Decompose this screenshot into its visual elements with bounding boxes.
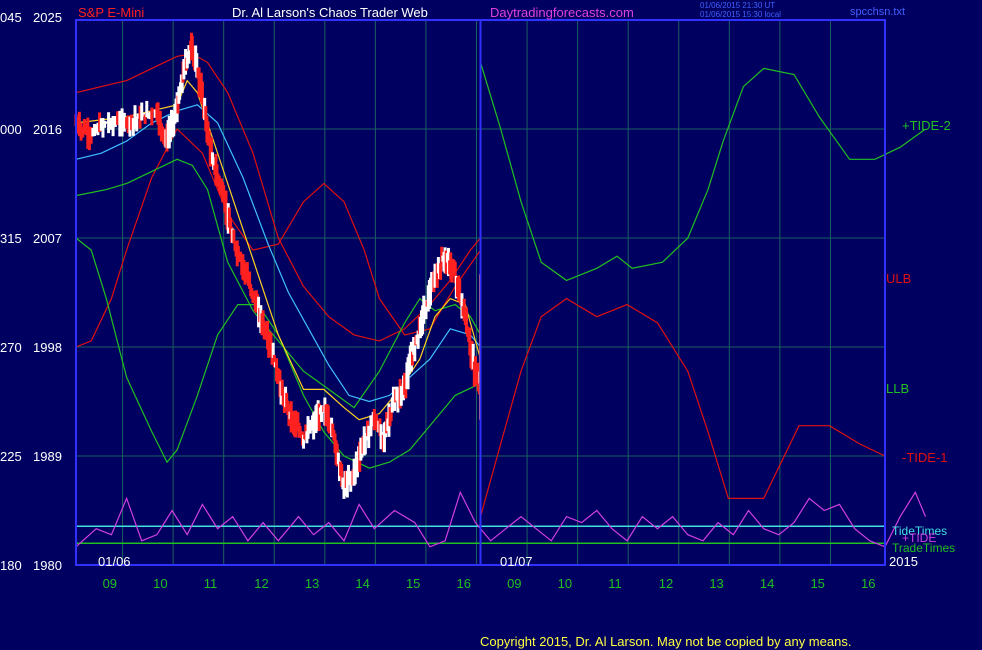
y-tick-left: 225	[0, 449, 22, 464]
date-label-2: 01/07	[500, 554, 533, 569]
x-tick-label: 13	[305, 576, 319, 591]
y-tick-price: 1989	[33, 449, 62, 464]
x-tick-label: 10	[153, 576, 167, 591]
label-ulb: ULB	[886, 271, 911, 286]
x-tick-label: 13	[709, 576, 723, 591]
instrument-label: S&P E-Mini	[78, 5, 144, 20]
label-trade-times: TradeTimes	[892, 541, 955, 555]
label-llb: LLB	[886, 381, 909, 396]
x-tick-label: 11	[608, 576, 622, 591]
y-tick-left: 045	[0, 10, 22, 25]
y-tick-price: 2025	[33, 10, 62, 25]
y-tick-price: 1998	[33, 340, 62, 355]
x-tick-label: 11	[204, 576, 218, 591]
chaos-trader-chart: 045 2025 000 2016 315 2007 270 1998 225 1989 180 19…	[0, 0, 982, 650]
x-tick-label: 16	[457, 576, 471, 591]
x-tick-label: 10	[558, 576, 572, 591]
y-tick-price: 2007	[33, 231, 62, 246]
x-tick-label: 09	[507, 576, 521, 591]
x-tick-label: 12	[254, 576, 268, 591]
chart-title: Dr. Al Larson's Chaos Trader Web	[232, 5, 428, 20]
copyright: Copyright 2015, Dr. Al Larson. May not b…	[480, 634, 851, 649]
x-tick-label: 14	[355, 576, 369, 591]
x-tick-label: 15	[810, 576, 824, 591]
timestamp-local: 01/06/2015 15:30 local	[700, 10, 781, 19]
x-tick-label: 15	[406, 576, 420, 591]
year-label: 2015	[889, 554, 918, 569]
label-tide2: +TIDE-2	[902, 118, 951, 133]
label-tide1: -TIDE-1	[902, 450, 948, 465]
x-tick-label: 12	[659, 576, 673, 591]
y-tick-price: 1980	[33, 558, 62, 573]
x-tick-label: 14	[760, 576, 774, 591]
y-tick-left: 000	[0, 122, 22, 137]
data-file-label: spcchsn.txt	[850, 6, 905, 18]
x-tick-label: 09	[103, 576, 117, 591]
site-link[interactable]: Daytradingforecasts.com	[490, 5, 634, 20]
y-tick-left: 270	[0, 340, 22, 355]
y-tick-price: 2016	[33, 122, 62, 137]
timestamp-ut: 01/06/2015 21:30 UT	[700, 1, 775, 10]
y-tick-left: 180	[0, 558, 22, 573]
date-label-1: 01/06	[98, 554, 131, 569]
y-tick-left: 315	[0, 231, 22, 246]
x-tick-label: 16	[861, 576, 875, 591]
